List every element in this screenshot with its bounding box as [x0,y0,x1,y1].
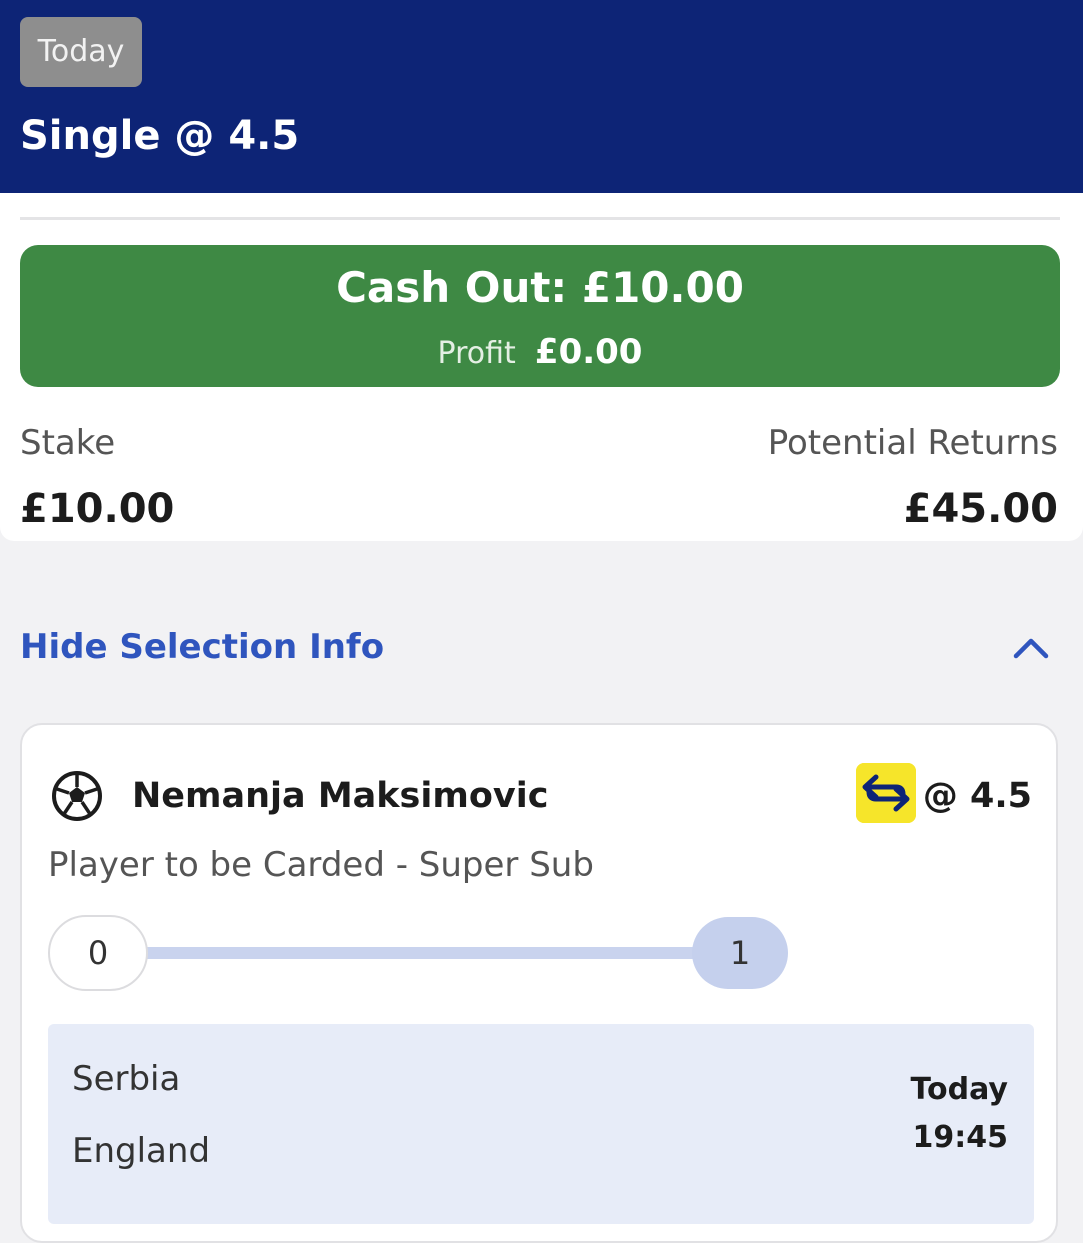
stake-value: £10.00 [20,486,175,532]
football-icon [52,771,102,821]
profit-label: Profit [437,336,516,371]
selection-odds: @ 4.5 [922,776,1032,816]
today-badge: Today [20,17,142,87]
progress-end-marker: 1 [692,917,788,989]
potential-returns-label: Potential Returns [767,423,1058,463]
home-team: Serbia [72,1059,181,1099]
divider [20,217,1060,220]
event-time: 19:45 [912,1120,1009,1155]
progress-track [142,947,702,959]
market-name: Player to be Carded - Super Sub [48,845,594,885]
profit-row: Profit £0.00 [20,331,1060,379]
super-sub-swap-icon [856,763,916,823]
selection-card: Nemanja Maksimovic @ 4.5 Player to be Ca… [20,723,1058,1243]
bet-title: Single @ 4.5 [20,113,300,159]
potential-returns-value: £45.00 [903,486,1058,532]
away-team: England [72,1131,211,1171]
chevron-up-icon[interactable] [1008,628,1054,666]
player-name: Nemanja Maksimovic [132,776,549,816]
bet-header: Today Single @ 4.5 [0,0,1083,193]
stake-label: Stake [20,423,116,463]
cash-out-label: Cash Out: £10.00 [336,263,744,312]
hide-selection-info-link[interactable]: Hide Selection Info [20,624,384,670]
profit-value: £0.00 [534,332,643,372]
progress-start-marker: 0 [48,915,148,991]
cash-out-button[interactable]: Cash Out: £10.00 Profit £0.00 [20,245,1060,387]
bet-summary-card: Cash Out: £10.00 Profit £0.00 Stake £10.… [0,193,1083,541]
event-date: Today [910,1072,1008,1107]
event-panel: Serbia England Today 19:45 [48,1024,1034,1224]
